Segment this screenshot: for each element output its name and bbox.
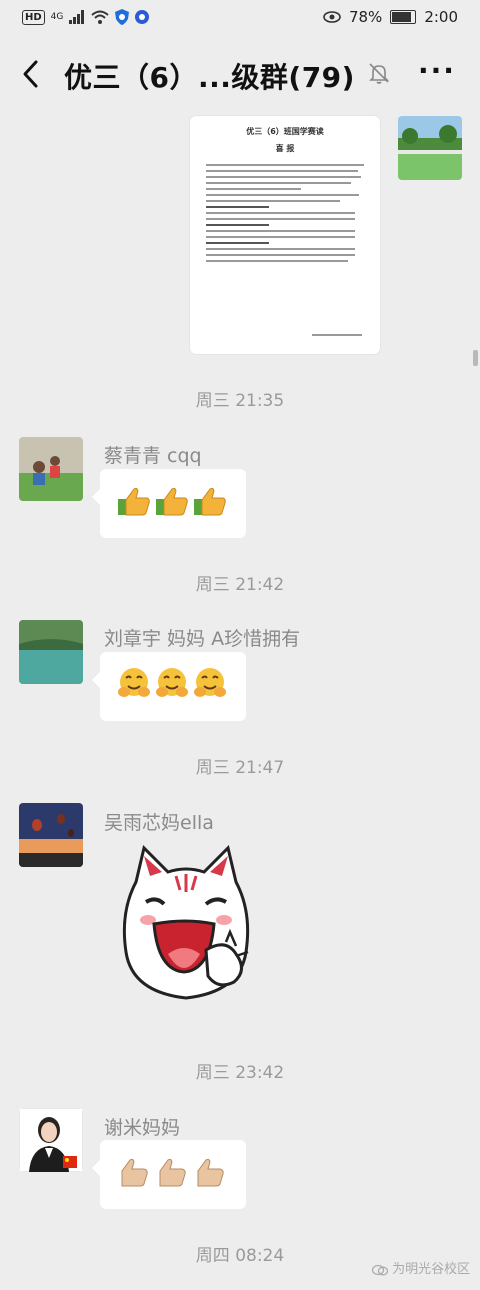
hugging-face-emoji [156,668,188,697]
scroll-indicator[interactable] [473,350,478,366]
back-arrow-icon[interactable] [20,58,42,90]
sender-name: 刘章宇 妈妈 A珍惜拥有 [104,628,301,650]
document-body-lines [206,164,364,262]
status-bar: HD 4G 78% 2:00 [0,0,480,36]
app-notification-icon [135,10,150,24]
document-subtitle: 喜 报 [275,144,295,153]
timestamp: 周三 23:42 [195,1063,285,1083]
thumbs-up-emoji [156,487,188,516]
message-bubble[interactable] [92,469,246,538]
hugging-face-emoji [118,668,150,697]
eye-icon [323,11,341,23]
cat-sticker[interactable] [106,842,266,1012]
message-bubble[interactable] [92,1140,246,1209]
network-type: 4G [50,12,64,22]
hugging-face-emoji [194,668,226,697]
thumbs-up-emoji [118,487,150,516]
document-signature-line [312,334,362,336]
chat-title[interactable]: 优三（6）...级群(79) [64,56,355,96]
shield-icon [115,9,130,25]
timestamp: 周三 21:35 [195,391,285,411]
chat-header: 优三（6）...级群(79) ··· [0,36,480,114]
more-menu-button[interactable]: ··· [418,54,456,87]
wifi-icon [91,10,110,24]
document-title: 优三（6）班国学赛读 [246,127,324,136]
sender-name: 蔡青青 cqq [104,445,202,467]
watermark: 为明光谷校区 [371,1258,471,1277]
mute-bell-icon [369,63,389,84]
clock: 2:00 [424,8,458,26]
thumbs-up-emoji [194,487,226,516]
photo-thumbnail[interactable] [398,116,462,180]
status-right: 78% 2:00 [323,8,458,26]
status-left: HD 4G [22,9,150,25]
watermark-text: 为明光谷校区 [392,1262,471,1277]
thumbs-up-emoji [159,1158,186,1187]
timestamp: 周三 21:42 [195,575,285,595]
avatar[interactable] [19,1108,83,1172]
sender-name: 谢米妈妈 [104,1117,181,1139]
hd-badge: HD [22,9,45,25]
avatar[interactable] [19,803,83,867]
avatar[interactable] [19,437,83,501]
signal-icon [69,10,85,24]
battery-icon [390,10,417,24]
timestamp: 周三 21:47 [195,758,285,778]
message-bubble[interactable] [92,652,246,721]
thumbs-up-emoji [121,1158,148,1187]
wechat-logo-icon [371,1264,389,1275]
thumbs-up-emoji [197,1158,224,1187]
avatar[interactable] [19,620,83,684]
document-image-message[interactable]: 优三（6）班国学赛读 喜 报 [190,116,380,354]
sender-name: 吴雨芯妈ella [104,812,214,834]
battery-percent: 78% [348,8,383,26]
